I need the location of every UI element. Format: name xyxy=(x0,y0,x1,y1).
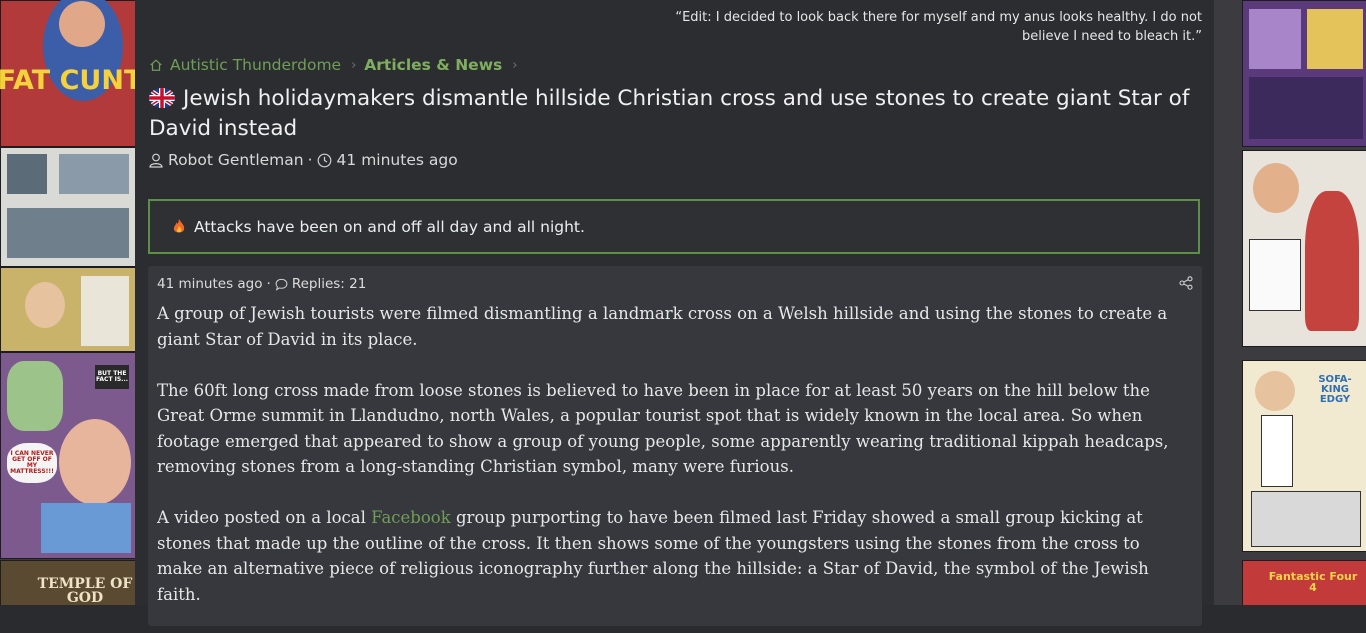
thread-meta: Robot Gentleman · 41 minutes ago xyxy=(149,151,458,169)
share-icon[interactable] xyxy=(1179,276,1193,290)
comic-text: TEMPLE OF GOD xyxy=(37,576,133,605)
comic-scene xyxy=(7,154,47,194)
chevron-right-icon: › xyxy=(512,57,518,73)
comic-panel: TEMPLE OF GOD xyxy=(0,560,135,605)
comic-face xyxy=(25,282,65,328)
comic-panel xyxy=(0,267,135,352)
comic-figure xyxy=(7,361,63,431)
uk-flag-icon xyxy=(149,88,175,108)
comic-panel xyxy=(0,147,135,267)
breadcrumb-home[interactable]: Autistic Thunderdome xyxy=(149,56,341,74)
post-paragraph: A group of Jewish tourists were filmed d… xyxy=(157,304,1168,349)
breadcrumb-section[interactable]: Articles & News xyxy=(364,56,502,74)
thread-time[interactable]: 41 minutes ago xyxy=(337,151,458,169)
comic-panel: FAT CUNT xyxy=(0,0,135,147)
comic-scene xyxy=(59,154,129,194)
comic-text: Fantastic Four 4 xyxy=(1268,570,1358,594)
comic-text: FAT CUNT xyxy=(0,65,135,96)
notice-text: Attacks have been on and off all day and… xyxy=(194,217,585,236)
post-paragraph: A video posted on a local Facebook group… xyxy=(157,505,1187,607)
thread-title: Jewish holidaymakers dismantle hillside … xyxy=(149,84,1209,144)
comic-panel: SOFA-KING EDGY xyxy=(1242,360,1366,552)
post-card: 41 minutes ago · Replies: 21 A group of … xyxy=(148,266,1202,626)
chevron-right-icon: › xyxy=(351,57,357,73)
breadcrumb-home-label: Autistic Thunderdome xyxy=(170,56,342,74)
comic-panel xyxy=(1242,150,1366,347)
breadcrumb: Autistic Thunderdome › Articles & News › xyxy=(149,56,525,74)
comic-text: SOFA-KING EDGY xyxy=(1318,374,1352,405)
comic-scene xyxy=(1249,9,1301,69)
post-body: A group of Jewish tourists were filmed d… xyxy=(157,301,1187,633)
comic-figure xyxy=(41,503,131,553)
comic-panel: Fantastic Four 4 xyxy=(1242,560,1366,605)
post-meta: 41 minutes ago · Replies: 21 xyxy=(157,276,366,292)
comic-scene xyxy=(1307,9,1363,69)
header-quote: “Edit: I decided to look back there for … xyxy=(675,10,1202,44)
comic-scene xyxy=(1249,77,1363,139)
comic-face xyxy=(59,419,131,505)
comic-face xyxy=(59,1,105,47)
comic-text: BUT THE FACT IS... xyxy=(95,365,129,389)
post-text: A video posted on a local xyxy=(157,508,372,527)
home-icon xyxy=(150,59,162,71)
comic-scene xyxy=(7,208,129,258)
thread-author[interactable]: Robot Gentleman xyxy=(168,151,304,169)
post-replies[interactable]: Replies: 21 xyxy=(292,276,367,292)
post-paragraph: The 60ft long cross made from loose ston… xyxy=(157,380,1169,477)
meta-separator: · xyxy=(307,151,313,169)
clock-icon xyxy=(317,153,331,167)
comic-figure xyxy=(81,276,129,346)
post-time[interactable]: 41 minutes ago xyxy=(157,276,263,292)
right-background-collage: SOFA-KING EDGY Fantastic Four 4 xyxy=(1214,0,1366,605)
comic-panel xyxy=(1242,0,1366,147)
fire-icon xyxy=(173,219,185,233)
user-icon xyxy=(149,153,163,168)
comic-face xyxy=(1253,163,1299,213)
notice-banner: Attacks have been on and off all day and… xyxy=(148,199,1200,254)
comic-text-box xyxy=(1249,239,1301,311)
comic-figure xyxy=(1305,191,1359,331)
meta-separator: · xyxy=(266,276,271,292)
comic-face xyxy=(1255,371,1295,411)
comic-panel: BUT THE FACT IS... I CAN NEVER GET OFF O… xyxy=(0,352,135,559)
thread-title-text: Jewish holidaymakers dismantle hillside … xyxy=(149,86,1190,141)
comic-speech: I CAN NEVER GET OFF OF MY MATTRESS!!! xyxy=(7,443,57,483)
left-background-collage: FAT CUNT BUT THE FACT IS... I CAN NEVER … xyxy=(0,0,135,605)
comment-icon xyxy=(275,278,288,291)
main-column: “Edit: I decided to look back there for … xyxy=(135,0,1214,626)
comic-figure xyxy=(1261,415,1293,487)
facebook-link[interactable]: Facebook xyxy=(371,508,451,527)
comic-scene xyxy=(1251,491,1361,547)
